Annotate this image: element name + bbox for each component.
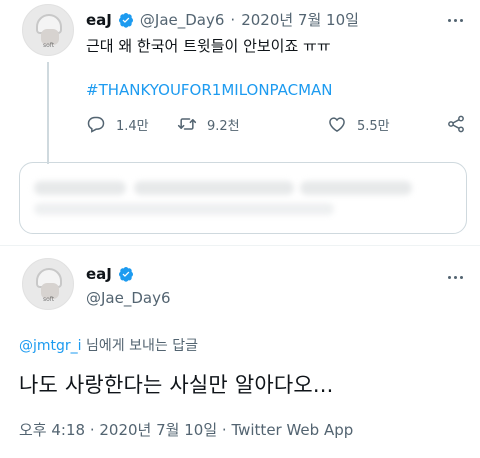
thread-line: [47, 62, 49, 164]
meta-separator: ·: [85, 421, 100, 439]
blurred-text-block: [34, 181, 126, 195]
replying-to-suffix: 님에게 보내는 답글: [81, 338, 198, 354]
tweet-source[interactable]: Twitter Web App: [231, 421, 353, 439]
tweet-header: eaJ @Jae_Day6 · 2020년 7월 10일: [86, 9, 359, 30]
display-name[interactable]: eaJ: [86, 265, 112, 283]
hashtag-link[interactable]: #THANKYOUFOR1MILONPACMAN: [86, 81, 333, 99]
more-horizontal-icon[interactable]: [448, 17, 468, 23]
avatar[interactable]: soft: [22, 258, 74, 310]
reply-button[interactable]: 1.4만: [86, 114, 149, 134]
reply-icon: [87, 116, 105, 133]
tweet-time[interactable]: 오후 4:18: [19, 421, 85, 439]
reply-count: 1.4만: [116, 118, 149, 134]
heart-icon: [329, 117, 345, 132]
meta-separator: ·: [217, 421, 232, 439]
tweet-meta: 오후 4:18 · 2020년 7월 10일 · Twitter Web App: [19, 419, 353, 440]
tweet-text: 나도 사랑한다는 사실만 알아다오...: [19, 373, 334, 397]
name-row: eaJ: [86, 265, 134, 283]
retweet-icon: [177, 118, 197, 130]
like-button[interactable]: 5.5만: [327, 114, 390, 134]
date-separator: ·: [230, 10, 236, 29]
share-icon: [448, 115, 464, 133]
blurred-text-block: [134, 181, 294, 195]
verified-badge-icon: [118, 267, 133, 282]
avatar-caption: soft: [43, 42, 55, 49]
retweet-count: 9.2천: [207, 118, 240, 134]
tweet-date[interactable]: 2020년 7월 10일: [241, 9, 359, 30]
handle[interactable]: @Jae_Day6: [140, 11, 225, 29]
avatar-caption: soft: [43, 296, 55, 303]
tweet-text: 근대 왜 한국어 트윗들이 안보이죠 ㅠㅠ: [86, 37, 331, 55]
tweet-actions: 1.4만 9.2천 5.5만: [86, 114, 470, 136]
verified-badge-icon: [118, 12, 133, 28]
avatar[interactable]: soft: [22, 4, 74, 56]
replying-to: @jmtgr_i 님에게 보내는 답글: [19, 335, 198, 355]
blurred-text-block: [34, 203, 334, 215]
like-count: 5.5만: [357, 118, 390, 134]
retweet-button[interactable]: 9.2천: [177, 114, 240, 134]
share-button[interactable]: [446, 114, 466, 134]
more-horizontal-icon[interactable]: [448, 274, 468, 280]
tweet-date[interactable]: 2020년 7월 10일: [99, 421, 217, 439]
blurred-quote-card[interactable]: [19, 162, 467, 234]
handle[interactable]: @Jae_Day6: [86, 289, 171, 307]
mention-link[interactable]: @jmtgr_i: [19, 338, 82, 354]
blurred-text-block: [300, 181, 412, 195]
divider: [0, 245, 480, 246]
display-name[interactable]: eaJ: [86, 11, 112, 29]
